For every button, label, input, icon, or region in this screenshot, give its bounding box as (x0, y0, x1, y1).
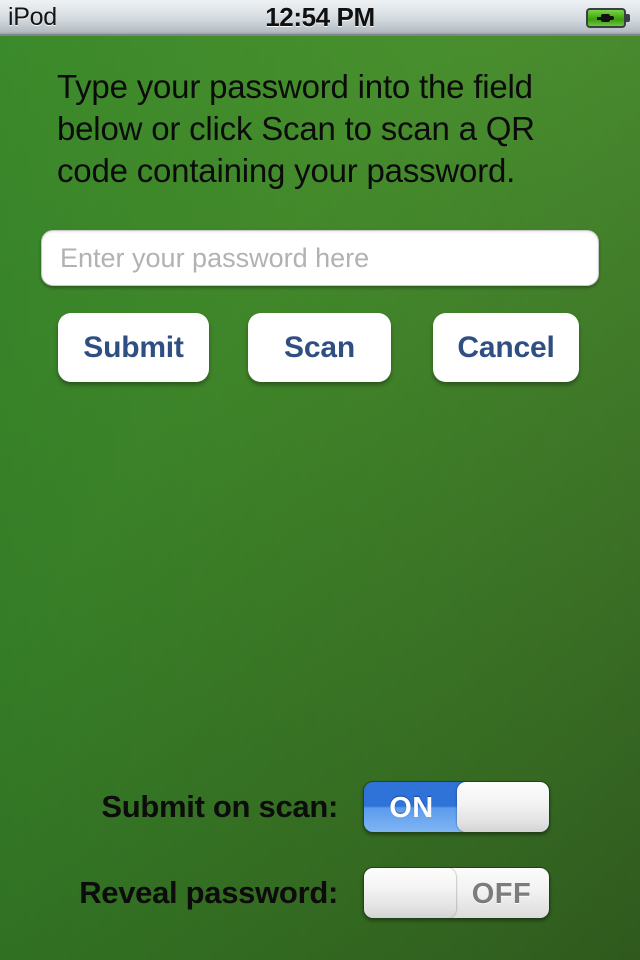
instructions-text: Type your password into the field below … (57, 68, 535, 189)
password-input[interactable] (41, 230, 599, 286)
app-screen: iPod 12:54 PM Type your password into th… (0, 0, 640, 960)
battery-shell (586, 8, 626, 28)
status-clock: 12:54 PM (265, 2, 375, 32)
plug-tip (609, 16, 614, 20)
reveal-password-label: Reveal password: (79, 875, 338, 910)
toggle-knob[interactable] (364, 868, 456, 918)
battery-nub (626, 14, 630, 22)
toggle-state-label: ON (389, 792, 434, 824)
status-bar: iPod 12:54 PM (0, 0, 640, 36)
setting-row-reveal-password: Reveal password: OFF (0, 867, 640, 919)
toggle-state-label: OFF (471, 878, 532, 910)
reveal-password-toggle[interactable]: OFF (363, 867, 550, 919)
toggle-knob[interactable] (457, 782, 549, 832)
submit-on-scan-label: Submit on scan: (101, 789, 338, 824)
plug-glyph (597, 14, 614, 22)
battery-charging-icon (586, 8, 630, 28)
cancel-button[interactable]: Cancel (433, 313, 579, 382)
submit-button[interactable]: Submit (58, 313, 209, 382)
scan-button[interactable]: Scan (248, 313, 391, 382)
submit-on-scan-toggle[interactable]: ON (363, 781, 550, 833)
setting-row-submit-on-scan: Submit on scan: ON (0, 781, 640, 833)
